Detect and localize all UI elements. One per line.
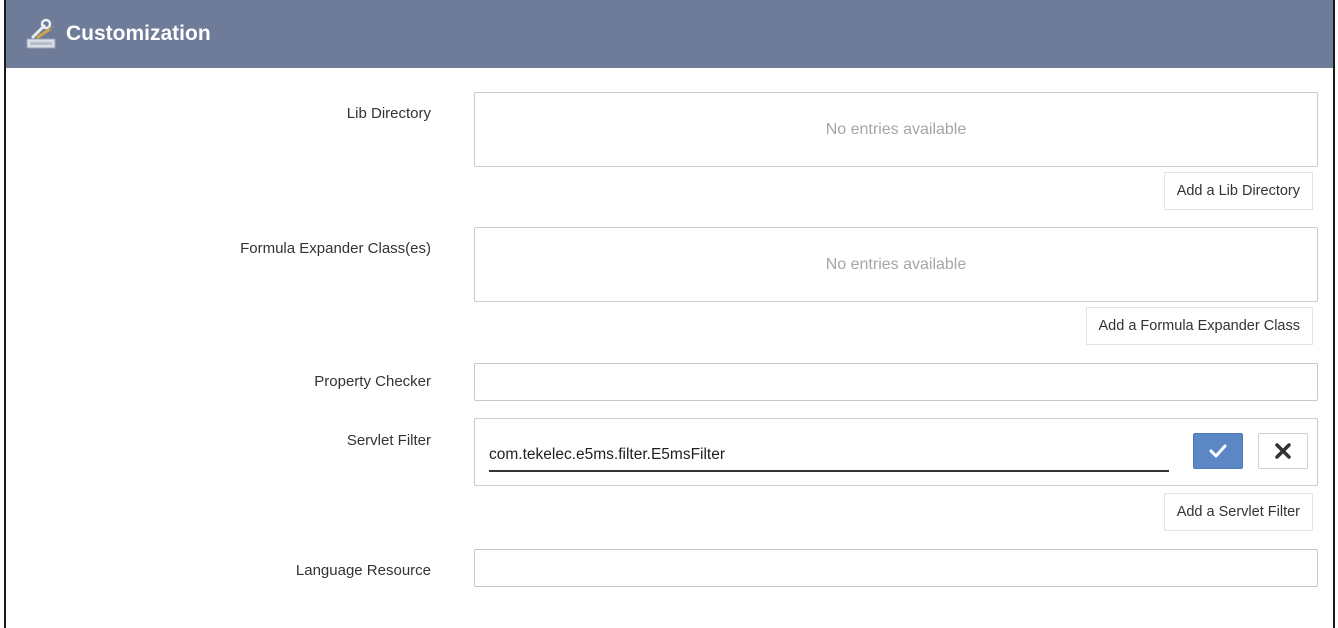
servlet-filter-row	[474, 418, 1318, 486]
servlet-filter-label: Servlet Filter	[346, 432, 431, 449]
check-icon	[1209, 444, 1227, 458]
formula-expander-label: Formula Expander Class(es)	[240, 240, 431, 257]
language-resource-label: Language Resource	[295, 562, 431, 579]
servlet-filter-input[interactable]	[489, 440, 1169, 472]
lib-directory-empty-text: No entries available	[825, 120, 967, 138]
property-checker-input[interactable]	[474, 363, 1318, 401]
close-icon	[1275, 443, 1291, 459]
customization-panel: Customization Lib Directory No entries a…	[4, 0, 1335, 628]
add-lib-directory-button[interactable]: Add a Lib Directory	[1163, 172, 1313, 210]
tools-icon	[26, 18, 56, 49]
lib-directory-label: Lib Directory	[346, 105, 431, 122]
property-checker-label: Property Checker	[314, 373, 431, 390]
lib-directory-list: No entries available	[474, 92, 1318, 167]
formula-expander-empty-text: No entries available	[825, 255, 967, 273]
cancel-button[interactable]	[1258, 433, 1308, 469]
panel-header: Customization	[6, 0, 1333, 68]
formula-expander-list: No entries available	[474, 227, 1318, 302]
confirm-button[interactable]	[1193, 433, 1243, 469]
language-resource-input[interactable]	[474, 549, 1318, 587]
add-servlet-filter-button[interactable]: Add a Servlet Filter	[1163, 493, 1313, 531]
panel-title: Customization	[66, 22, 211, 45]
add-formula-expander-button[interactable]: Add a Formula Expander Class	[1085, 307, 1313, 345]
